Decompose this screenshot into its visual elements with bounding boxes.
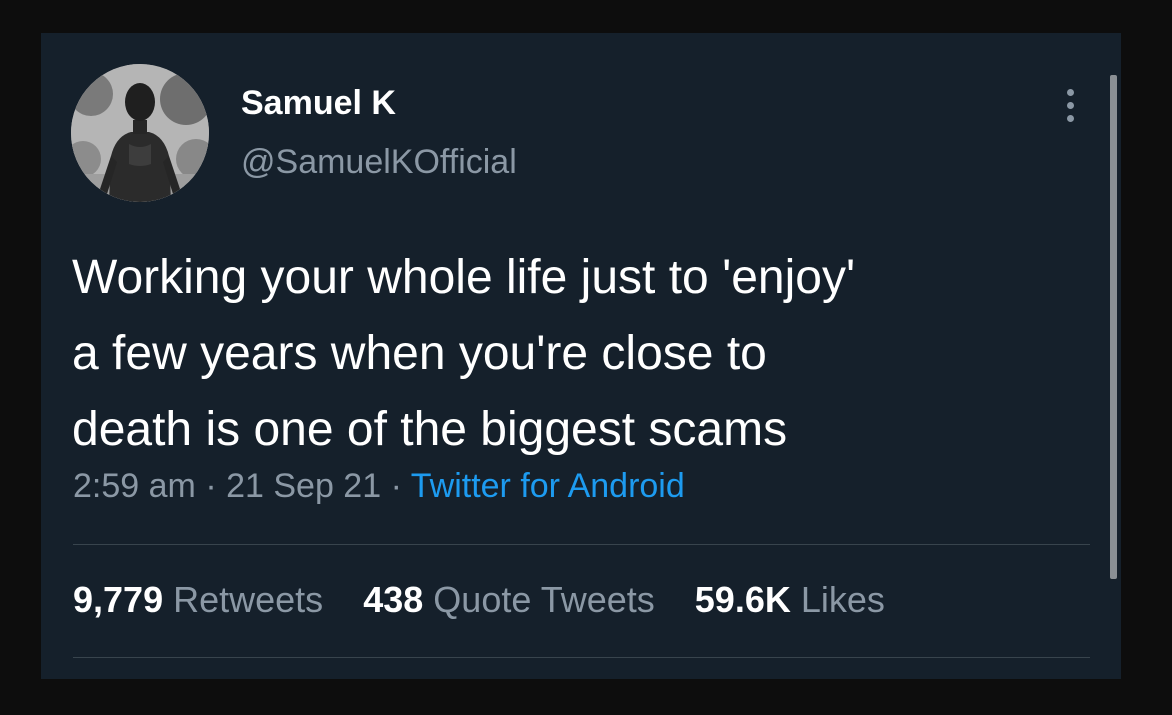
likes-count: 59.6K: [694, 579, 791, 620]
quote-tweets-count: 438: [363, 579, 424, 620]
dot: [1066, 101, 1074, 109]
meta-separator: ·: [390, 467, 402, 505]
divider: [73, 657, 1090, 658]
engagement-stats: 9,779 Retweets 438 Quote Tweets 59.6K Li…: [73, 579, 915, 621]
dot: [1066, 114, 1074, 122]
tweet-text-line: Working your whole life just to 'enjoy': [72, 251, 856, 304]
dot: [1066, 88, 1074, 96]
likes-stat[interactable]: 59.6K Likes: [695, 579, 885, 620]
divider: [73, 544, 1090, 545]
vertical-ellipsis-icon[interactable]: [1055, 85, 1085, 125]
retweets-stat[interactable]: 9,779 Retweets: [73, 579, 323, 620]
likes-label: Likes: [800, 579, 885, 620]
meta-separator: ·: [205, 467, 217, 505]
tweet-text-line: death is one of the biggest scams: [72, 403, 788, 456]
tweet-date[interactable]: 21 Sep 21: [226, 467, 381, 505]
avatar-image: [71, 64, 209, 202]
avatar[interactable]: [71, 64, 209, 202]
tweet-time[interactable]: 2:59 am: [73, 467, 196, 505]
tweet-card: Samuel K @SamuelKOfficial Working your w…: [41, 33, 1121, 679]
scrollbar[interactable]: [1110, 75, 1117, 579]
quote-tweets-stat[interactable]: 438 Quote Tweets: [363, 579, 655, 620]
user-handle[interactable]: @SamuelKOfficial: [241, 143, 517, 182]
tweet-source-link[interactable]: Twitter for Android: [411, 467, 685, 505]
quote-tweets-label: Quote Tweets: [433, 579, 655, 620]
tweet-text-line: a few years when you're close to: [72, 327, 767, 380]
retweets-count: 9,779: [73, 579, 164, 620]
retweets-label: Retweets: [173, 579, 324, 620]
tweet-metadata: 2:59 am · 21 Sep 21 · Twitter for Androi…: [73, 467, 685, 506]
display-name[interactable]: Samuel K: [241, 84, 396, 123]
tweet-text: Working your whole life just to 'enjoy' …: [72, 240, 1082, 468]
